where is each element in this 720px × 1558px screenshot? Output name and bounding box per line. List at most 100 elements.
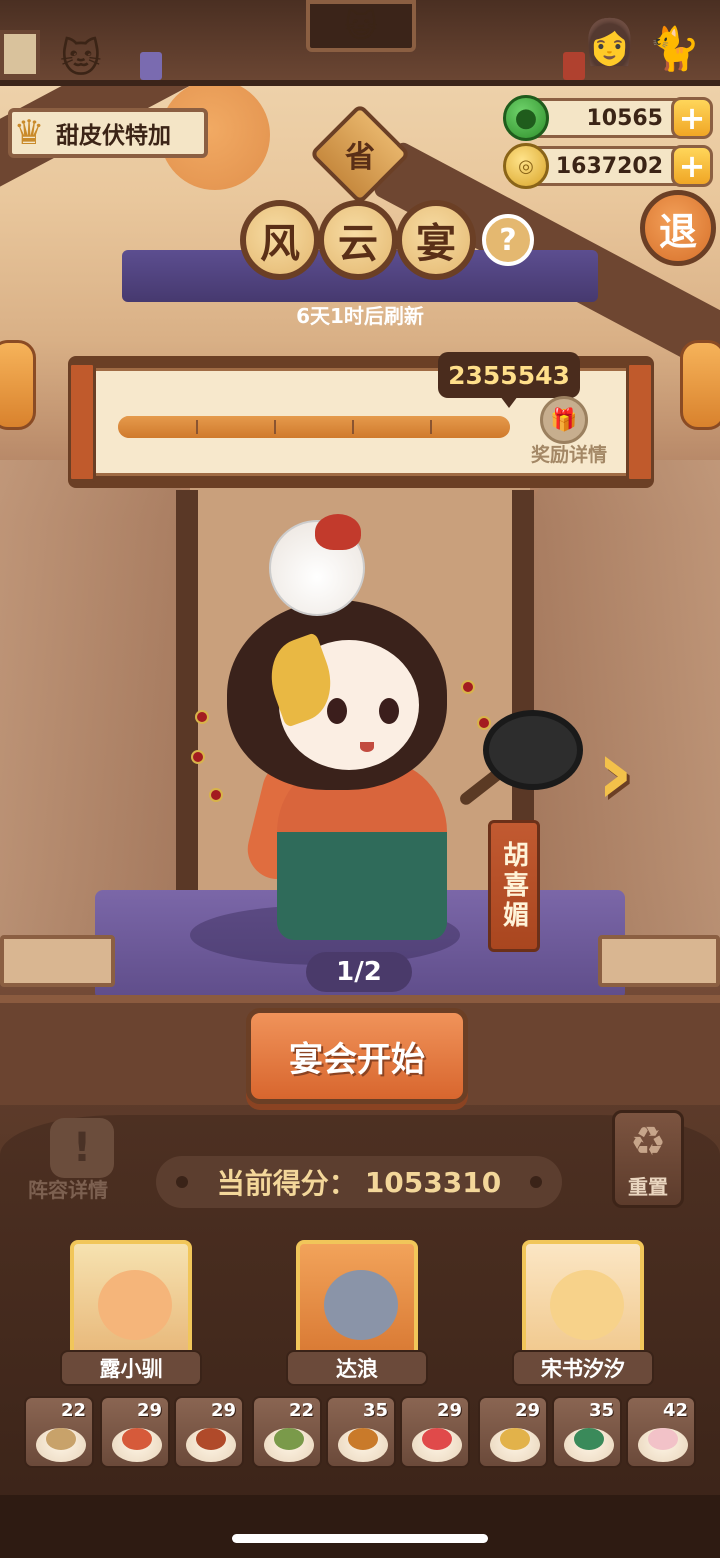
dish-count: 35 xyxy=(362,1400,388,1421)
target-score-bubble: 2355543 xyxy=(438,352,580,398)
lineup-details-label: 阵容详情 xyxy=(28,1178,108,1202)
start-banquet-label: 宴会开始 xyxy=(289,1039,425,1080)
progress-tick xyxy=(196,420,198,434)
lantern-right xyxy=(680,340,720,430)
frying-pan-icon xyxy=(483,710,583,790)
dish-item[interactable]: 22 xyxy=(252,1396,322,1468)
dish-item[interactable]: 29 xyxy=(100,1396,170,1468)
sleeping-cat-icon: 🐱 xyxy=(60,36,102,82)
food-icon xyxy=(46,1428,76,1450)
dish-count: 29 xyxy=(136,1400,162,1421)
add-coin-button[interactable]: + xyxy=(671,145,713,187)
chevron-right-icon[interactable]: › xyxy=(584,728,646,818)
jade-icon: ● xyxy=(503,95,549,141)
cup-icon xyxy=(140,52,162,80)
bench-left xyxy=(0,935,115,987)
current-score-value: 1053310 xyxy=(364,1165,502,1199)
food-icon xyxy=(348,1428,378,1450)
home-indicator[interactable] xyxy=(232,1534,488,1543)
player-name: 甜皮伏特加 xyxy=(56,123,171,149)
dish-count: 22 xyxy=(288,1400,314,1421)
reset-button[interactable]: ♻ 重置 xyxy=(612,1110,684,1208)
dish-count: 22 xyxy=(60,1400,86,1421)
paw-picture-icon xyxy=(0,30,40,78)
character-mouth xyxy=(360,742,374,752)
guest-card[interactable]: 露小驯 xyxy=(56,1240,206,1386)
score-progress-bar xyxy=(118,416,510,438)
chicken-comb xyxy=(315,514,361,550)
hair-ornament xyxy=(461,680,475,694)
dish-item[interactable]: 35 xyxy=(326,1396,396,1468)
guest-name: 宋书汐汐 xyxy=(512,1350,654,1386)
progress-tick xyxy=(430,420,432,434)
jade-currency: ● 10565 + xyxy=(503,95,713,141)
lineup-details-button[interactable]: ! 阵容详情 xyxy=(18,1118,118,1208)
dish-item[interactable]: 35 xyxy=(552,1396,622,1468)
dish-item[interactable]: 29 xyxy=(174,1396,244,1468)
bar-dot xyxy=(176,1176,188,1188)
food-icon xyxy=(574,1428,604,1450)
dish-item[interactable]: 42 xyxy=(626,1396,696,1468)
dish-count: 42 xyxy=(662,1400,688,1421)
reset-label: 重置 xyxy=(628,1175,668,1199)
dish-count: 29 xyxy=(210,1400,236,1421)
food-icon xyxy=(422,1428,452,1450)
bubble-pointer xyxy=(500,396,518,408)
hair-ornament xyxy=(477,716,491,730)
hair-ornament xyxy=(209,788,223,802)
food-icon xyxy=(196,1428,226,1450)
start-banquet-button[interactable]: 宴会开始 xyxy=(246,1008,468,1104)
dish-count: 29 xyxy=(436,1400,462,1421)
guest-card[interactable]: 达浪 xyxy=(282,1240,432,1386)
page-indicator: 1/2 xyxy=(306,952,412,992)
recycle-icon: ♻ xyxy=(630,1119,666,1165)
exit-button[interactable]: 退 xyxy=(640,190,716,266)
food-icon xyxy=(122,1428,152,1450)
current-score-bar: 当前得分： 1053310 xyxy=(156,1156,562,1208)
province-label: 省 xyxy=(345,140,375,175)
guest-face xyxy=(324,1270,398,1340)
chef-character[interactable] xyxy=(191,510,583,940)
gift-icon[interactable]: 🎁 xyxy=(540,396,588,444)
add-jade-button[interactable]: + xyxy=(671,97,713,139)
hair-ornament xyxy=(195,710,209,724)
guest-card[interactable]: 宋书汐汐 xyxy=(508,1240,658,1386)
dish-item[interactable]: 22 xyxy=(24,1396,94,1468)
character-name: 胡喜媚 xyxy=(498,841,529,931)
character-eye xyxy=(379,698,399,724)
chef-npc-icon: 👩 xyxy=(582,17,637,68)
question-icon: ? xyxy=(482,214,534,266)
scroll-cap-right xyxy=(626,362,654,482)
dish-item[interactable]: 29 xyxy=(400,1396,470,1468)
white-cat-icon: 🐈 xyxy=(648,24,701,73)
coin-amount: 1637202 xyxy=(555,154,663,179)
food-icon xyxy=(500,1428,530,1450)
curtain-left xyxy=(0,460,190,960)
character-name-tag: 胡喜媚 xyxy=(488,820,540,952)
curtain-right xyxy=(530,460,720,960)
guest-face xyxy=(550,1270,624,1340)
guest-portrait xyxy=(70,1240,192,1358)
help-button[interactable]: ? xyxy=(474,206,542,274)
progress-tick xyxy=(352,420,354,434)
refresh-countdown: 6天1时后刷新 xyxy=(296,304,424,328)
guest-portrait xyxy=(296,1240,418,1358)
current-score-label: 当前得分： xyxy=(216,1167,357,1200)
food-icon xyxy=(648,1428,678,1450)
dish-count: 35 xyxy=(588,1400,614,1421)
scroll-cap-left xyxy=(68,362,96,482)
progress-tick xyxy=(274,420,276,434)
player-chip[interactable]: ♛ 甜皮伏特加 xyxy=(8,108,208,158)
guest-face xyxy=(98,1270,172,1340)
coin-icon: ◎ xyxy=(503,143,549,189)
jade-amount: 10565 xyxy=(586,106,663,131)
guest-name: 露小驯 xyxy=(60,1350,202,1386)
bottom-bar xyxy=(0,1495,720,1558)
character-eye xyxy=(327,698,347,724)
dish-item[interactable]: 29 xyxy=(478,1396,548,1468)
chef-trophy-icon: ♛ xyxy=(13,113,45,153)
reward-details-button[interactable]: 奖励详情 xyxy=(524,440,614,467)
hair-ornament xyxy=(191,750,205,764)
score-progress-fill xyxy=(118,416,510,438)
framed-cat-portrait-icon: 😺 xyxy=(306,0,416,52)
